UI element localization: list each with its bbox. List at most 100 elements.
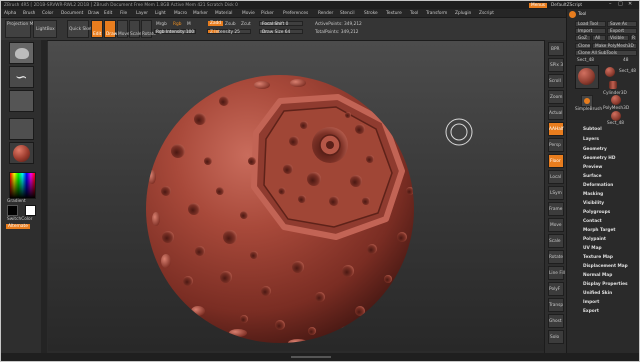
edit-mode-button[interactable]: Edit — [91, 20, 103, 38]
menu-stroke[interactable]: Stroke — [364, 11, 378, 16]
menu-zscript[interactable]: Zscript — [479, 11, 494, 16]
menu-tool[interactable]: Tool — [410, 11, 418, 16]
goz-button[interactable]: GoZ — [575, 35, 591, 41]
subpalette-normal-map[interactable]: Normal Map — [583, 273, 612, 278]
sect-tool-thumbnail[interactable] — [605, 67, 615, 77]
subpalette-morph-target[interactable]: Morph Target — [583, 228, 615, 233]
maximize-icon[interactable]: □ — [618, 2, 623, 7]
alpha-thumbnail[interactable] — [9, 90, 34, 112]
subpalette-surface[interactable]: Surface — [583, 174, 602, 179]
polymesh-tool-thumbnail[interactable] — [611, 95, 621, 105]
minimize-icon[interactable]: – — [609, 2, 612, 7]
menu-preferences[interactable]: Preferences — [283, 11, 308, 16]
focal-shift-slider[interactable]: Focal Shift 0 — [259, 21, 303, 27]
subpalette-polygroups[interactable]: Polygroups — [583, 210, 610, 215]
menu-edit[interactable]: Edit — [104, 11, 112, 16]
menu-zplugin[interactable]: Zplugin — [455, 11, 471, 16]
alternate-button[interactable]: Alternate — [6, 224, 30, 229]
bottom-tray-handle[interactable] — [291, 356, 331, 358]
menus-button[interactable]: Menus — [529, 2, 548, 8]
subpalette-import[interactable]: Import — [583, 300, 599, 305]
scroll-button[interactable]: Scroll — [548, 74, 564, 88]
frame-button[interactable]: Frame — [548, 202, 564, 216]
palette-dock-icon[interactable] — [569, 11, 576, 18]
menu-file[interactable]: File — [120, 11, 127, 16]
zsub-toggle[interactable]: Zsub — [225, 22, 236, 27]
subpalette-masking[interactable]: Masking — [583, 192, 603, 197]
lsym-button[interactable]: LSym — [548, 186, 564, 200]
subpalette-export[interactable]: Export — [583, 309, 599, 314]
stroke-thumbnail[interactable]: ∽ — [9, 66, 34, 88]
subpalette-contact[interactable]: Contact — [583, 219, 602, 224]
draw-size-slider[interactable]: Draw Size 64 — [259, 29, 303, 35]
menu-movie[interactable]: Movie — [242, 11, 255, 16]
solo-button[interactable]: Solo — [548, 330, 564, 344]
menu-layer[interactable]: Layer — [136, 11, 148, 16]
menu-document[interactable]: Document — [61, 11, 83, 16]
menu-brush[interactable]: Brush — [23, 11, 35, 16]
menu-picker[interactable]: Picker — [261, 11, 274, 16]
canvas-viewport[interactable] — [48, 41, 544, 351]
quick-sketch-button[interactable]: Quick Sketch — [67, 20, 97, 38]
simplebrush-tool-thumbnail[interactable] — [581, 95, 593, 107]
ghost-button[interactable]: Ghost — [548, 314, 564, 328]
scale-view-button[interactable]: Scale — [548, 234, 564, 248]
make-polymesh-button[interactable]: Make PolyMesh3D — [592, 43, 637, 49]
polyf-button[interactable]: PolyF — [548, 282, 564, 296]
mrgb-toggle[interactable]: Mrgb — [156, 22, 167, 27]
clone-all-subtools-button[interactable]: Clone All SubTools — [575, 50, 637, 56]
menu-texture[interactable]: Texture — [386, 11, 402, 16]
goz-visible-button[interactable]: Visible — [607, 35, 629, 41]
menu-light[interactable]: Light — [155, 11, 166, 16]
spix-button[interactable]: SPix 3 — [548, 58, 564, 72]
local-button[interactable]: Local — [548, 170, 564, 184]
subpalette-uv-map[interactable]: UV Map — [583, 246, 602, 251]
clone-button[interactable]: Clone — [575, 43, 591, 49]
menu-color[interactable]: Color — [42, 11, 53, 16]
scale-mode-button[interactable]: Scale — [129, 20, 142, 38]
subpalette-geometry-hd[interactable]: Geometry HD — [583, 156, 615, 161]
subpalette-layers[interactable]: Layers — [583, 137, 599, 142]
goz-all-button[interactable]: All — [592, 35, 606, 41]
rotate-view-button[interactable]: Rotate — [548, 250, 564, 264]
aahalf-button[interactable]: AAHalf — [548, 122, 564, 136]
current-tool-thumbnail[interactable] — [575, 65, 599, 89]
projection-master-button[interactable]: Projection Master — [5, 20, 44, 38]
sect-tool-thumbnail-2[interactable] — [611, 111, 621, 121]
main-color-swatch[interactable] — [25, 205, 36, 216]
subpalette-subtool[interactable]: Subtool — [583, 127, 602, 132]
move-mode-button[interactable]: Move — [117, 20, 130, 38]
export-button[interactable]: Export — [607, 28, 637, 34]
menu-macro[interactable]: Macro — [174, 11, 187, 16]
menu-alpha[interactable]: Alpha — [4, 11, 16, 16]
menu-stencil[interactable]: Stencil — [340, 11, 355, 16]
actual-button[interactable]: Actual — [548, 106, 564, 120]
zcut-toggle[interactable]: Zcut — [241, 22, 251, 27]
m-toggle[interactable]: M — [187, 22, 191, 27]
load-tool-button[interactable]: Load Tool — [575, 21, 606, 27]
subpalette-geometry[interactable]: Geometry — [583, 147, 607, 152]
goz-r-button[interactable]: R — [630, 35, 637, 41]
z-intensity-slider[interactable]: Z Intensity 25 — [207, 29, 251, 35]
material-thumbnail[interactable] — [9, 142, 34, 164]
save-as-button[interactable]: Save As — [607, 21, 637, 27]
persp-button[interactable]: Persp — [548, 138, 564, 152]
move-view-button[interactable]: Move — [548, 218, 564, 232]
rotate-mode-button[interactable]: Rotate — [141, 20, 156, 38]
color-picker[interactable] — [9, 172, 36, 199]
menu-transform[interactable]: Transform — [426, 11, 447, 16]
cylinder-tool-thumbnail[interactable] — [609, 81, 617, 89]
lightbox-button[interactable]: LightBox — [33, 20, 57, 38]
texture-thumbnail[interactable] — [9, 118, 34, 140]
subpalette-display-properties[interactable]: Display Properties — [583, 282, 628, 287]
rgb-intensity-slider[interactable]: Rgb Intensity 100 — [154, 29, 196, 35]
gradient-label[interactable]: Gradient — [7, 199, 26, 204]
subpalette-visibility[interactable]: Visibility — [583, 201, 604, 206]
sculpt-canvas[interactable] — [48, 41, 544, 351]
import-button[interactable]: Import — [575, 28, 606, 34]
rgb-toggle[interactable]: Rgb — [173, 22, 181, 27]
subpalette-texture-map[interactable]: Texture Map — [583, 255, 613, 260]
left-scroll-strip[interactable] — [41, 40, 47, 353]
switch-color-button[interactable]: SwitchColor — [7, 217, 32, 222]
zadd-toggle[interactable]: Zadd — [208, 21, 224, 26]
